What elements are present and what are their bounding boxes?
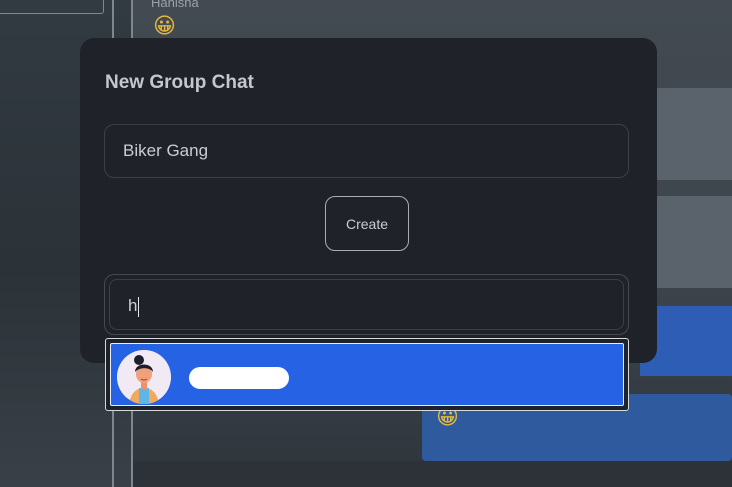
create-button[interactable]: Create (325, 196, 409, 251)
group-name-input[interactable]: Biker Gang (104, 124, 629, 178)
search-results-dropdown (105, 338, 629, 411)
user-search-field[interactable]: h (104, 274, 629, 335)
text-cursor (138, 296, 140, 317)
background-footer (133, 461, 732, 487)
background-search-box (0, 0, 104, 14)
grinning-emoji-icon: 😀 (153, 13, 176, 38)
modal-title: New Group Chat (105, 72, 254, 93)
avatar-woman-icon (117, 350, 171, 404)
search-input-text: h (128, 296, 138, 315)
result-user-name (189, 367, 289, 389)
user-search-input[interactable]: h (109, 279, 624, 330)
background-sender-name: Hanisha (151, 0, 199, 10)
search-result-item[interactable] (110, 343, 624, 406)
